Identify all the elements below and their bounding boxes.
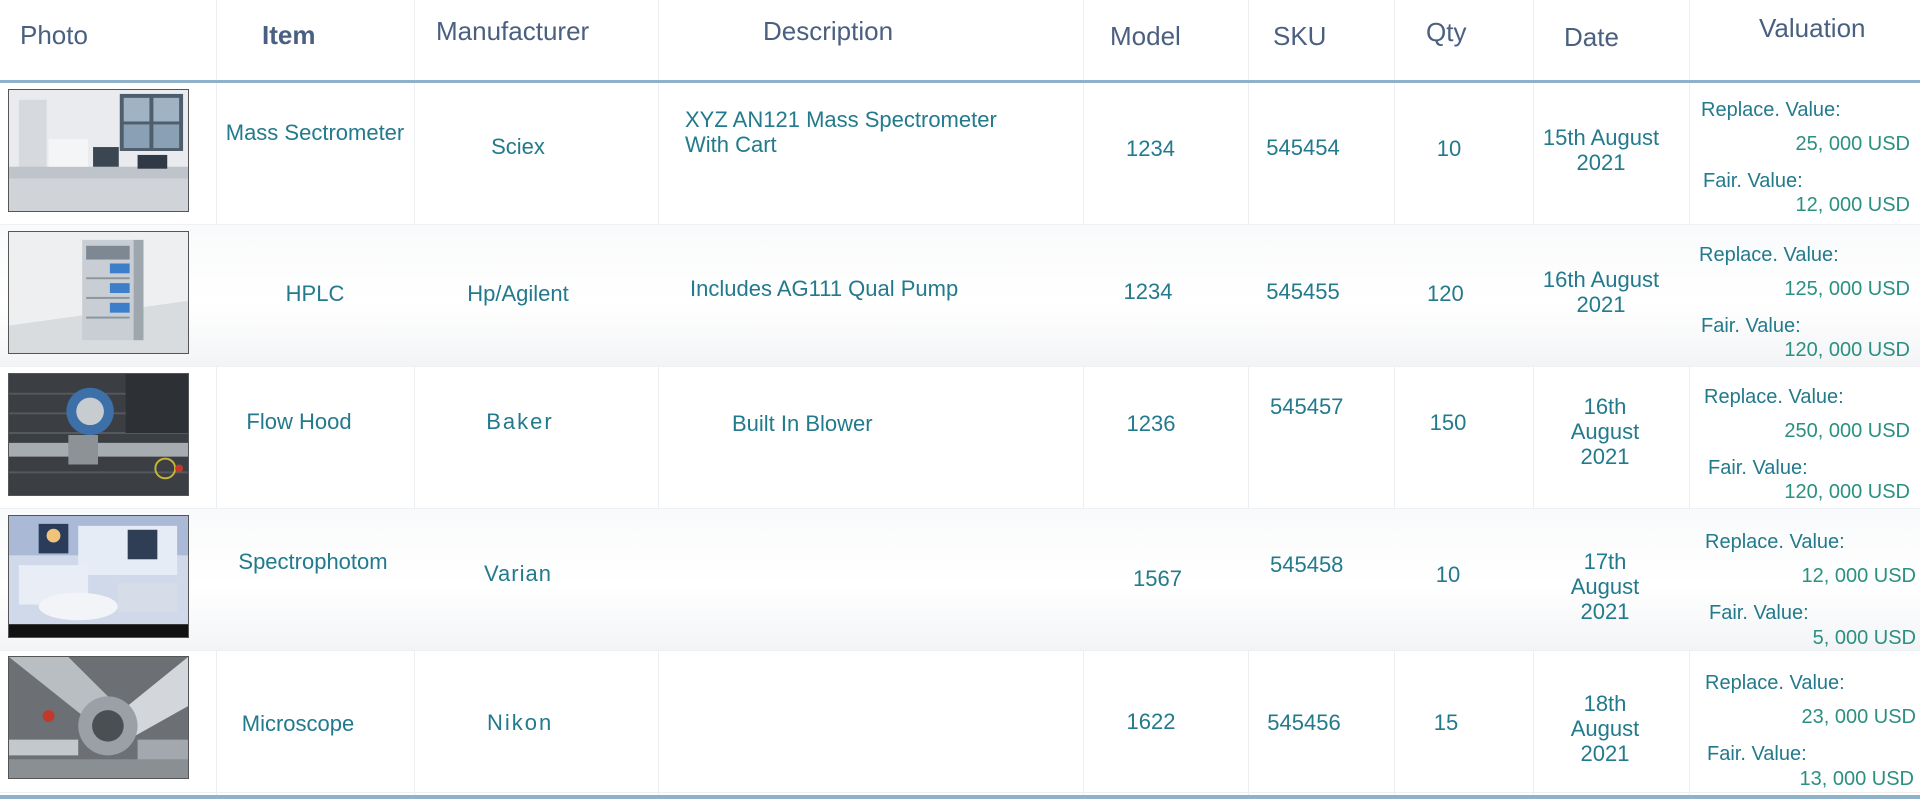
model-number: 1234: [1126, 136, 1175, 161]
replace-value-label: Replace. Value:: [1701, 99, 1841, 121]
sku-number: 545454: [1266, 135, 1340, 160]
quantity: 120: [1427, 281, 1464, 306]
date: 15th August 2021: [1542, 125, 1660, 175]
sku-number: 545457: [1270, 394, 1344, 419]
header-date[interactable]: Date: [1564, 22, 1619, 53]
replace-value-label: Replace. Value:: [1704, 386, 1844, 408]
sku-number: 545456: [1267, 710, 1341, 735]
fair-value-amount: 120, 000 USD: [1784, 339, 1910, 361]
table-bottom-border: [0, 795, 1920, 799]
table-row[interactable]: Mass Sectrometer Sciex XYZ AN121 Mass Sp…: [0, 83, 1920, 225]
fair-value-amount: 120, 000 USD: [1784, 481, 1910, 503]
model-number: 1622: [1126, 709, 1176, 734]
table-row[interactable]: Flow Hood Baker Built In Blower 1236 545…: [0, 367, 1920, 509]
table-row[interactable]: Spectrophotom Varian 1567 545458 10 17th…: [0, 509, 1920, 651]
model-number: 1234: [1123, 279, 1173, 304]
header-photo[interactable]: Photo: [20, 20, 88, 51]
model-number: 1567: [1133, 566, 1182, 591]
header-sku[interactable]: SKU: [1273, 21, 1326, 52]
table-header: Photo Item Manufacturer Description Mode…: [0, 0, 1920, 82]
header-description[interactable]: Description: [763, 16, 893, 47]
inventory-table: Photo Item Manufacturer Description Mode…: [0, 0, 1920, 801]
fair-value-amount: 12, 000 USD: [1795, 194, 1910, 216]
hplc-machine-photo: [8, 231, 189, 354]
header-valuation[interactable]: Valuation: [1759, 13, 1866, 44]
item-description: Built In Blower: [732, 411, 873, 436]
header-model[interactable]: Model: [1110, 21, 1181, 52]
replace-value-label: Replace. Value:: [1705, 672, 1845, 694]
fair-value-label: Fair. Value:: [1701, 315, 1801, 337]
item-name: Flow Hood: [246, 409, 352, 434]
lab-room-photo: [8, 89, 189, 212]
date: 16th August 2021: [1570, 394, 1640, 469]
quantity: 10: [1436, 136, 1462, 161]
replace-value-amount: 12, 000 USD: [1801, 565, 1916, 587]
date: 18th August 2021: [1570, 691, 1640, 766]
quantity: 150: [1429, 410, 1467, 435]
replace-value-amount: 23, 000 USD: [1801, 706, 1916, 728]
item-description: Includes AG111 Qual Pump: [690, 276, 959, 301]
fair-value-label: Fair. Value:: [1703, 170, 1803, 192]
manufacturer-name: Baker: [486, 409, 554, 434]
fair-value-label: Fair. Value:: [1707, 743, 1807, 765]
fair-value-label: Fair. Value:: [1708, 457, 1808, 479]
table-row[interactable]: Microscope Nikon 1622 545456 15 18th Aug…: [0, 651, 1920, 793]
table-row[interactable]: HPLC Hp/Agilent Includes AG111 Qual Pump…: [0, 225, 1920, 367]
header-qty[interactable]: Qty: [1426, 17, 1466, 48]
manufacturer-name: Varian: [484, 561, 552, 586]
date: 17th August 2021: [1570, 549, 1640, 624]
sku-number: 545455: [1266, 279, 1340, 304]
quantity: 15: [1433, 710, 1459, 735]
spectrophotometer-photo: [8, 515, 189, 638]
replace-value-label: Replace. Value:: [1699, 244, 1839, 266]
replace-value-amount: 250, 000 USD: [1784, 420, 1910, 442]
item-description: XYZ AN121 Mass Spectrometer With Cart: [685, 107, 997, 157]
item-name: Microscope: [241, 711, 355, 736]
header-manufacturer[interactable]: Manufacturer: [436, 16, 589, 47]
item-name: HPLC: [285, 281, 345, 306]
manufacturer-name: Nikon: [487, 710, 554, 735]
fair-value-label: Fair. Value:: [1709, 602, 1809, 624]
sku-number: 545458: [1270, 552, 1344, 577]
fair-value-amount: 5, 000 USD: [1812, 627, 1916, 649]
replace-value-label: Replace. Value:: [1705, 531, 1845, 553]
header-item[interactable]: Item: [262, 20, 315, 51]
fair-value-amount: 13, 000 USD: [1799, 768, 1914, 790]
item-name: Spectrophotom: [238, 549, 388, 574]
model-number: 1236: [1126, 411, 1176, 436]
manufacturer-name: Hp/Agilent: [467, 281, 569, 306]
quantity: 10: [1435, 562, 1461, 587]
replace-value-amount: 125, 000 USD: [1784, 278, 1910, 300]
date: 16th August 2021: [1542, 267, 1660, 317]
replace-value-amount: 25, 000 USD: [1795, 133, 1910, 155]
flow-hood-photo: [8, 373, 189, 496]
item-name: Mass Sectrometer: [225, 120, 405, 145]
manufacturer-name: Sciex: [491, 134, 545, 159]
microscope-photo: [8, 656, 189, 779]
